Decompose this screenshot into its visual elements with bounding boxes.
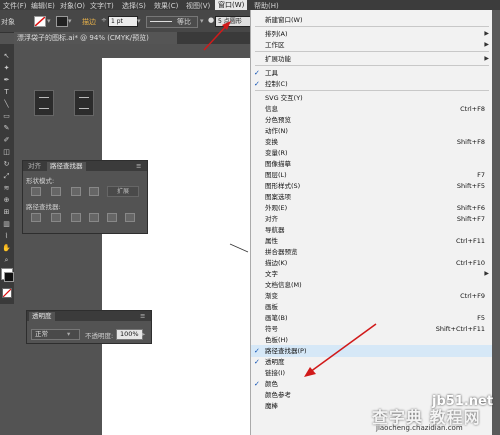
tools-panel: ↖ ✦ ✒ T ╲ ▭ ✎ ✐ ◫ ↻ ⤢ ≋ ⊕ ⊞ ▥ ⌇ ✋ ⌕ — [0, 44, 14, 304]
rectangle-tool-icon[interactable]: ▭ — [2, 112, 11, 120]
stepper-icon[interactable]: ÷ — [101, 16, 107, 24]
merge-icon[interactable] — [71, 213, 81, 222]
none-fill-icon — [34, 16, 46, 27]
panel-tab-bar: 对齐 路径查找器 ≡ — [23, 161, 147, 171]
tab-pathfinder[interactable]: 路径查找器 — [47, 162, 86, 171]
variable-width-profile[interactable]: 等比 — [146, 16, 198, 28]
brush-tool-icon[interactable]: ✎ — [2, 124, 11, 132]
width-tool-icon[interactable]: ≋ — [2, 184, 11, 192]
type-tool-icon[interactable]: T — [2, 88, 11, 96]
outline-icon[interactable] — [107, 213, 117, 222]
window-menu-item[interactable]: 工作区 ▶ — [251, 39, 493, 51]
profile-line — [150, 21, 172, 22]
tab-transparency[interactable]: 透明度 — [29, 312, 55, 321]
collapsed-panel-icon[interactable] — [34, 90, 54, 116]
stroke-color-box[interactable] — [4, 272, 14, 282]
none-slash — [2, 288, 12, 298]
menu-separator — [255, 26, 489, 27]
opacity-label: 不透明度: — [85, 332, 114, 340]
menu-item-label: 新建窗口(W) — [265, 16, 303, 24]
chevron-down-icon[interactable]: ▾ — [137, 17, 141, 25]
menu-item-label: 工作区 — [265, 41, 285, 49]
shape-modes-label: 形状模式: — [26, 177, 55, 185]
intersect-icon[interactable] — [71, 187, 81, 196]
trim-icon[interactable] — [51, 213, 61, 222]
selection-label: 对象 — [1, 18, 15, 26]
chevron-down-icon[interactable]: ▾ — [68, 17, 72, 25]
menu-separator — [255, 90, 489, 91]
panel-lines — [79, 97, 89, 109]
menu-item-label: 魔棒 — [265, 402, 278, 410]
stroke-swatch[interactable] — [56, 16, 68, 27]
menu-bar: 文件(F) 编辑(E) 对象(O) 文字(T) 选择(S) 效果(C) 视图(V… — [0, 0, 500, 10]
window-menu-item[interactable]: ✓ 控制(C) — [251, 78, 493, 90]
opacity-field[interactable]: 100% — [116, 329, 143, 340]
scrollbar[interactable] — [492, 10, 500, 435]
menu-separator — [255, 65, 489, 66]
shape-builder-icon[interactable]: ⊕ — [2, 196, 11, 204]
scale-tool-icon[interactable]: ⤢ — [2, 172, 11, 180]
hand-tool-icon[interactable]: ✋ — [2, 244, 11, 252]
submenu-arrow-icon: ▶ — [484, 55, 489, 62]
rotate-tool-icon[interactable]: ↻ — [2, 160, 11, 168]
stroke-weight-field[interactable]: 1 pt — [108, 16, 138, 27]
panel-menu-icon[interactable]: ≡ — [137, 312, 148, 321]
eyedropper-tool-icon[interactable]: ⌇ — [2, 232, 11, 240]
unite-icon[interactable] — [31, 187, 41, 196]
eraser-tool-icon[interactable]: ◫ — [2, 148, 11, 156]
chevron-right-icon[interactable]: ▸ — [142, 330, 145, 338]
exclude-icon[interactable] — [89, 187, 99, 196]
line-tool-icon[interactable]: ╲ — [2, 100, 11, 108]
annotation-arrow — [203, 21, 231, 51]
menu-item-label: 控制(C) — [265, 80, 288, 88]
tab-align[interactable]: 对齐 — [25, 162, 44, 171]
submenu-arrow-icon: ▶ — [484, 41, 489, 48]
panel-menu-icon[interactable]: ≡ — [133, 162, 144, 171]
profile-label: 等比 — [177, 18, 191, 26]
fill-swatch[interactable] — [34, 16, 46, 27]
graph-tool-icon[interactable]: ▥ — [2, 220, 11, 228]
minus-back-icon[interactable] — [125, 213, 135, 222]
checkmark-icon: ✓ — [254, 80, 260, 88]
panel-lines — [39, 97, 49, 109]
window-menu-item[interactable]: 新建窗口(W) — [251, 14, 493, 26]
menu-window[interactable]: 窗口(W) — [215, 0, 248, 10]
divide-icon[interactable] — [31, 213, 41, 222]
chevron-down-icon[interactable]: ▾ — [67, 330, 70, 338]
zoom-tool-icon[interactable]: ⌕ — [2, 256, 11, 264]
collapsed-panel-icon[interactable] — [74, 90, 94, 116]
stroke-label[interactable]: 描边 — [82, 17, 96, 27]
lasso-tool-icon[interactable]: ✦ — [2, 64, 11, 72]
pathfinder-panel: 对齐 路径查找器 ≡ 形状模式: 扩展 路径查找器: — [22, 160, 148, 234]
artwork-line — [229, 243, 249, 253]
mesh-tool-icon[interactable]: ⊞ — [2, 208, 11, 216]
crop-icon[interactable] — [89, 213, 99, 222]
transparency-panel: 透明度 ≡ 正常 ▾ 不透明度: 100% ▸ — [26, 310, 152, 344]
selection-tool-icon[interactable]: ↖ — [2, 52, 11, 60]
menu-item-label: 扩展功能 — [265, 55, 291, 63]
pathfinders-label: 路径查找器: — [26, 203, 61, 211]
panel-tab-bar: 透明度 ≡ — [27, 311, 151, 321]
document-tab-title: 漂浮袋子的图标.ai* @ 94% (CMYK/预览) — [17, 34, 149, 42]
expand-button[interactable]: 扩展 — [107, 186, 139, 197]
minus-front-icon[interactable] — [51, 187, 61, 196]
chevron-down-icon[interactable]: ▾ — [47, 17, 51, 25]
pen-tool-icon[interactable]: ✒ — [2, 76, 11, 84]
none-color-icon[interactable] — [2, 288, 12, 298]
blend-mode-select[interactable]: 正常 — [31, 329, 80, 340]
window-menu-item[interactable]: 扩展功能 ▶ — [251, 53, 493, 65]
menu-separator — [255, 51, 489, 52]
watermark-url: jiaocheng.chazidian.com — [376, 424, 463, 432]
annotation-arrow — [304, 323, 377, 377]
pencil-tool-icon[interactable]: ✐ — [2, 136, 11, 144]
document-tab[interactable]: 漂浮袋子的图标.ai* @ 94% (CMYK/预览) — [14, 32, 177, 44]
